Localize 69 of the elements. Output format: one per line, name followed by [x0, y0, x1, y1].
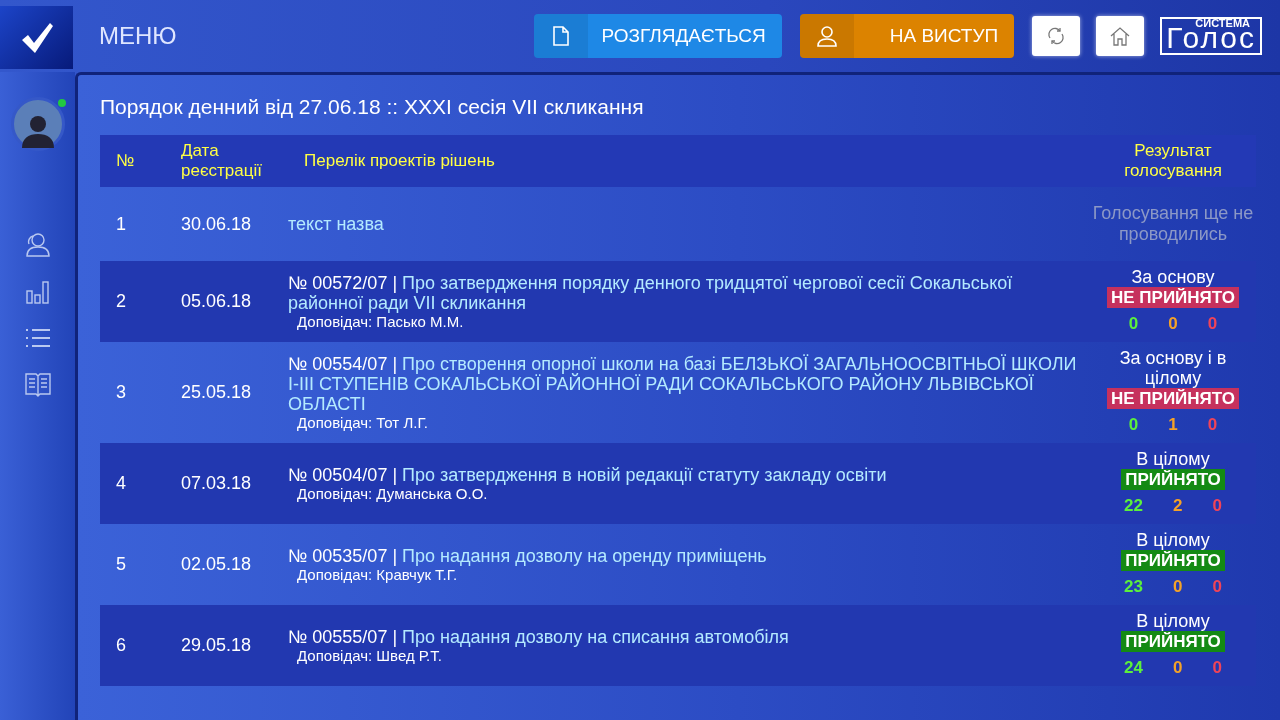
draft-decision-title[interactable]: № 00554/07 | Про створення опорної школи на базі БЕЛЗЬКОЇ ЗАГАЛЬНООСВІТНЬОЇ ШКОЛИ І-ІІІ СТУПЕНІВ СОКАЛЬСЬКОЇ РАЙОННОЇ РАДИ СОКАЛЬСЬКОГО РАЙОНУ ЛЬВІВСЬКОЇ ОБЛАСТІ	[288, 353, 1090, 414]
registration-date: 05.06.18	[180, 291, 253, 312]
home-button[interactable]	[1096, 16, 1145, 56]
book-icon[interactable]	[24, 371, 51, 397]
reporter-name: Доповідач: Швед Р.Т.	[296, 646, 442, 665]
votes-against: 0	[1207, 314, 1218, 334]
reporter-name: Доповідач: Думанська О.О.	[296, 484, 488, 503]
draft-decision-title[interactable]: № 00535/07 | Про надання дозволу на оренду приміщень	[288, 545, 1090, 566]
votes-for: 0	[1128, 314, 1139, 334]
registration-date: 30.06.18	[180, 213, 253, 235]
votes-abstained: 2	[1173, 496, 1183, 516]
agenda-row[interactable]: 5 02.05.18 № 00535/07 | Про надання дозволу на оренду приміщень Доповідач: Кравчук Т.Г. В цілому ПРИЙНЯТО 23 0 0	[100, 524, 1256, 605]
vote-stage: За основу і в цілому	[1118, 348, 1227, 388]
vote-stage: В цілому	[1136, 530, 1210, 550]
verdict-badge: ПРИЙНЯТО	[1121, 550, 1225, 571]
votes-against: 0	[1212, 496, 1222, 516]
reporter-name: Доповідач: Пасько М.М.	[297, 312, 465, 331]
user-icon	[815, 25, 838, 47]
votes-for: 0	[1128, 415, 1139, 435]
refresh-button[interactable]	[1032, 16, 1081, 56]
votes-for: 22	[1124, 496, 1143, 516]
votes-abstained: 0	[1168, 314, 1178, 334]
vote-stage: В цілому	[1136, 449, 1210, 469]
verdict-badge: ПРИЙНЯТО	[1121, 469, 1225, 490]
verdict-badge: НЕ ПРИЙНЯТО	[1107, 388, 1239, 409]
bar-chart-icon[interactable]	[24, 279, 51, 305]
registration-date: 07.03.18	[180, 473, 253, 494]
registration-date: 25.05.18	[180, 382, 253, 403]
reporter-name: Доповідач: Тот Л.Г.	[296, 413, 429, 432]
row-number: 6	[115, 635, 127, 656]
home-icon	[1109, 26, 1132, 46]
row-number: 3	[115, 382, 127, 403]
votes-against: 0	[1212, 577, 1222, 597]
draft-decision-title[interactable]: текст назва	[288, 214, 1090, 234]
votes-abstained: 0	[1173, 577, 1183, 597]
draft-decision-title[interactable]: № 00504/07 | Про затвердження в новій редакції статуту закладу освіти	[288, 464, 1090, 485]
avatar[interactable]	[10, 97, 65, 151]
under-review-button[interactable]: РОЗГЛЯДАЄТЬСЯ	[533, 14, 782, 58]
verdict-badge: НЕ ПРИЙНЯТО	[1107, 287, 1239, 308]
row-number: 1	[115, 213, 127, 235]
column-header: №	[115, 151, 136, 171]
draft-decision-title[interactable]: № 00572/07 | Про затвердження порядку денного тридцятої чергової сесії Сокальської районної ради VII скликання	[288, 272, 1090, 313]
menu-label[interactable]: МЕНЮ	[99, 22, 177, 50]
column-header: Перелік проектів рішень	[303, 151, 496, 171]
row-number: 2	[115, 291, 127, 312]
draft-decision-title[interactable]: № 00555/07 | Про надання дозволу на списання автомобіля	[288, 626, 1090, 647]
column-header: Результат голосування	[1123, 141, 1223, 181]
votes-against: 0	[1212, 658, 1222, 678]
registration-date: 29.05.18	[180, 635, 253, 656]
users-icon[interactable]	[24, 231, 51, 257]
votes-abstained: 1	[1168, 415, 1178, 435]
reporter-name: Доповідач: Кравчук Т.Г.	[296, 565, 458, 584]
refresh-icon	[1046, 26, 1067, 46]
list-icon[interactable]	[24, 327, 51, 349]
vote-stage: В цілому	[1136, 611, 1210, 631]
votes-against: 0	[1207, 415, 1218, 435]
row-number: 5	[115, 554, 127, 575]
vote-stage: За основу	[1131, 267, 1215, 287]
votes-for: 23	[1124, 577, 1143, 597]
document-icon	[552, 26, 569, 46]
votes-for: 24	[1124, 658, 1143, 678]
agenda-title: Порядок денний від 27.06.18 :: XXXI сесія VII скликання	[100, 95, 645, 119]
column-header: Дата реєстрації	[180, 141, 263, 181]
row-number: 4	[115, 473, 127, 494]
verdict-badge: ПРИЙНЯТО	[1121, 631, 1225, 652]
agenda-row[interactable]: 1 30.06.18 текст назва Голосування ще не проводились	[100, 187, 1256, 261]
votes-abstained: 0	[1173, 658, 1183, 678]
registration-date: 02.05.18	[180, 554, 253, 575]
vote-status: Голосування ще не проводились	[1091, 203, 1255, 245]
